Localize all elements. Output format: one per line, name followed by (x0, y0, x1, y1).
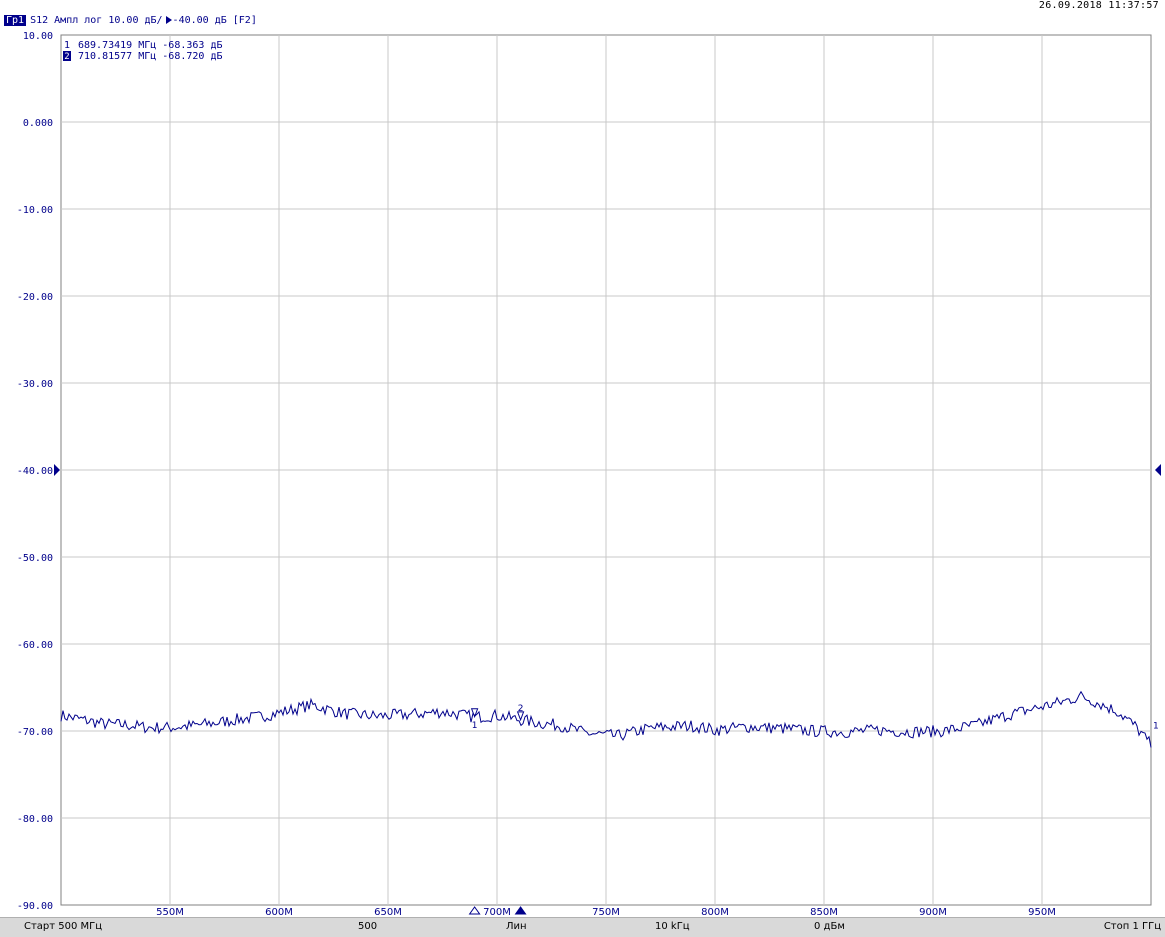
x-tick-label: 950M (1028, 907, 1056, 917)
status-sweep-type[interactable]: Лин (506, 921, 527, 932)
reference-right-arrow-icon (1155, 464, 1161, 476)
y-tick-label: -90.00 (17, 901, 53, 912)
status-if-bandwidth[interactable]: 10 kГц (655, 921, 690, 932)
y-tick-label: -60.00 (17, 640, 53, 651)
y-tick-label: -50.00 (17, 553, 53, 564)
y-tick-label: -10.00 (17, 205, 53, 216)
marker-2-axis-icon (514, 906, 527, 915)
marker-1-readout-number: 1 (64, 40, 70, 51)
status-stop-frequency[interactable]: Стоп 1 ГГц (1104, 921, 1161, 932)
sparameter-chart[interactable]: 10.00 0.000 -10.00 -20.00 -30.00 -40.00 -50.00… (0, 0, 1165, 917)
y-tick-label: -30.00 (17, 379, 53, 390)
y-tick-label: 0.000 (23, 118, 53, 129)
y-tick-label: -20.00 (17, 292, 53, 303)
marker-2-readout-number: 2 (64, 52, 69, 62)
marker-1-label: 1 (472, 721, 478, 731)
status-points[interactable]: 500 (358, 921, 377, 932)
y-tick-label: -80.00 (17, 814, 53, 825)
x-tick-label: 900M (919, 907, 947, 917)
x-tick-label: 650M (374, 907, 402, 917)
y-tick-label: -40.00 (17, 466, 53, 477)
x-tick-label: 700M (483, 907, 511, 917)
x-tick-label: 800M (701, 907, 729, 917)
trace-end-label: 1 (1153, 722, 1159, 732)
x-tick-label: 550M (156, 907, 184, 917)
x-tick-label: 850M (810, 907, 838, 917)
marker-1-readout: 689.73419 МГц -68.363 дБ (78, 40, 223, 51)
status-start-frequency[interactable]: Старт 500 МГц (24, 921, 102, 932)
marker-2-label: 2 (518, 704, 524, 714)
y-tick-label: -70.00 (17, 727, 53, 738)
y-tick-label: 10.00 (23, 31, 53, 42)
x-tick-label: 600M (265, 907, 293, 917)
marker-1-axis-icon (468, 906, 481, 915)
status-power[interactable]: 0 дБм (814, 921, 845, 932)
marker-2-readout: 710.81577 МГц -68.720 дБ (78, 51, 223, 62)
x-tick-label: 750M (592, 907, 620, 917)
status-bar: Старт 500 МГц 500 Лин 10 kГц 0 дБм Стоп … (0, 917, 1165, 937)
reference-left-arrow-icon (54, 464, 60, 476)
